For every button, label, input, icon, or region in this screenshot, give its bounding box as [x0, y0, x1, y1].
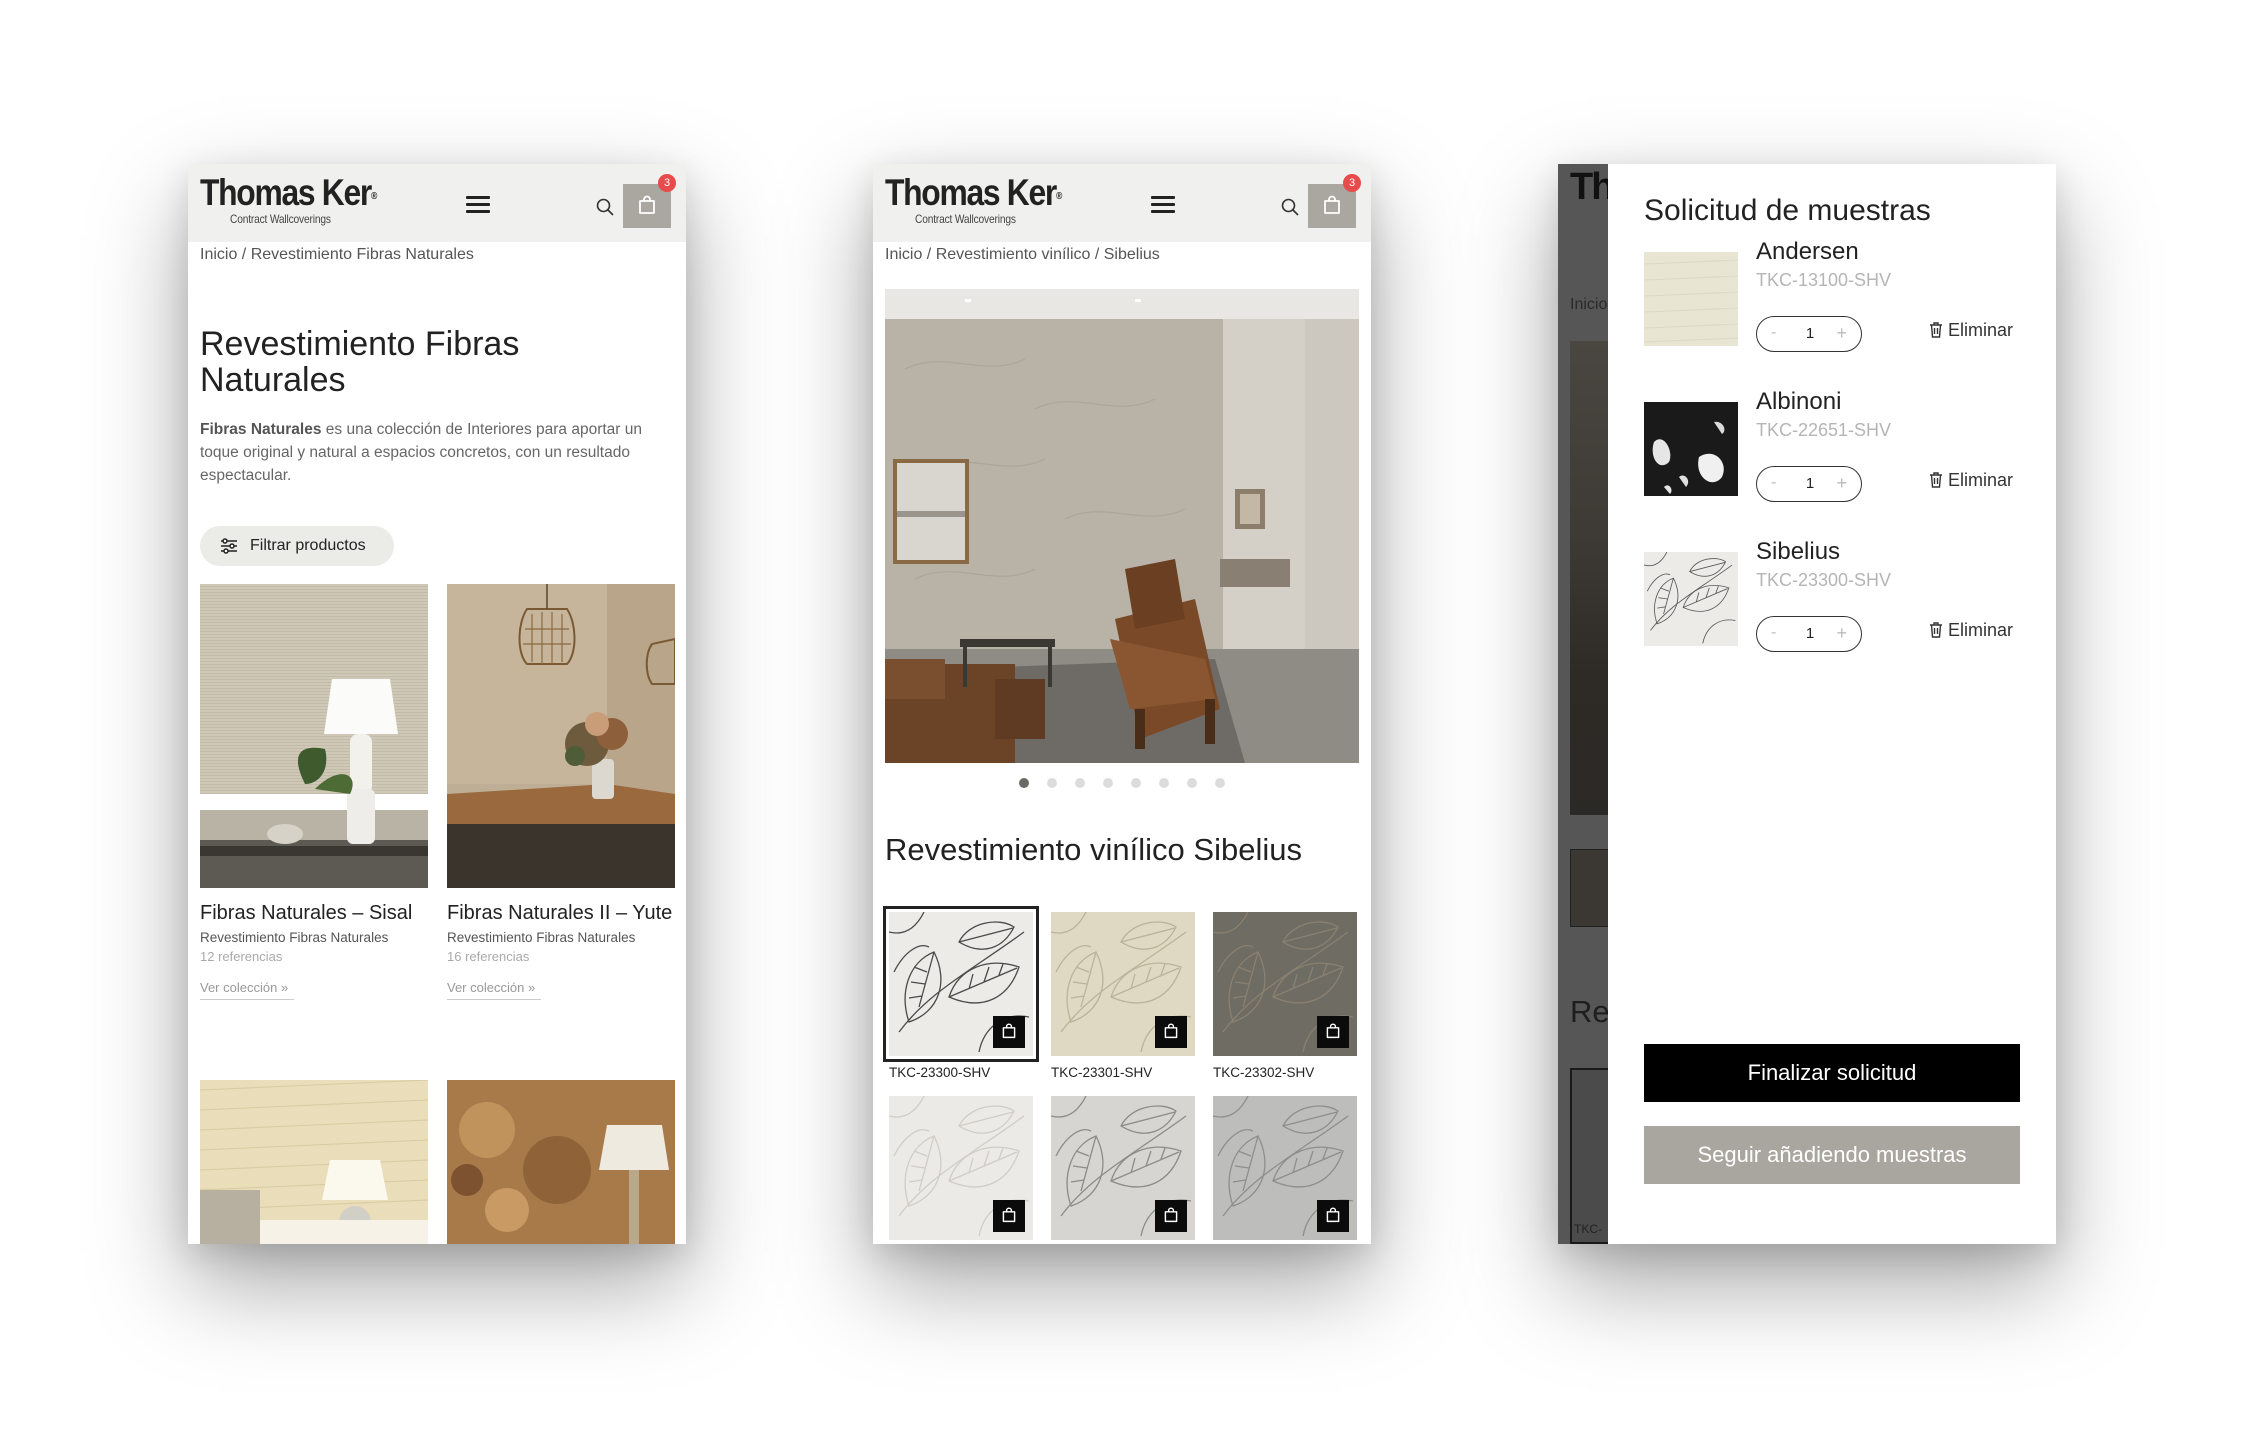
swatch-card[interactable]	[1213, 1096, 1357, 1240]
collection-card[interactable]: Fibras Naturales – Sisal Revestimiento F…	[200, 584, 428, 1000]
shopping-bag-icon	[1325, 1023, 1341, 1039]
slider-dots[interactable]	[873, 778, 1371, 788]
shopping-bag-icon	[1322, 195, 1342, 215]
add-sample-button[interactable]	[1317, 1016, 1349, 1048]
shopping-bag-icon	[637, 195, 657, 215]
swatch-card[interactable]: TKC-23301-SHV	[1051, 912, 1195, 1080]
swatch-image[interactable]	[1051, 1096, 1195, 1240]
swatch-dimmed	[1570, 1068, 1610, 1244]
quantity-stepper[interactable]: - 1 +	[1756, 616, 1862, 652]
hero-image-dimmed	[1570, 341, 1610, 815]
swatch-card[interactable]	[1051, 1096, 1195, 1240]
quantity-stepper[interactable]: - 1 +	[1756, 316, 1862, 352]
phone-screen-collection: Thomas Ker® Contract Wallcoverings 3 Ini…	[188, 164, 686, 1244]
cart-count-badge: 3	[658, 174, 676, 192]
phone-screen-sample-request: Th Inicio Re TKC- Solicitud de muestras …	[1558, 164, 2056, 1244]
brand-logo[interactable]: Thomas Ker® Contract Wallcoverings	[885, 172, 1090, 226]
collection-image[interactable]	[447, 1080, 675, 1244]
shopping-bag-icon	[1163, 1207, 1179, 1223]
remove-button[interactable]: Eliminar	[1929, 320, 2013, 341]
shopping-bag-icon	[1001, 1207, 1017, 1223]
trash-icon	[1930, 622, 1942, 638]
menu-icon[interactable]	[466, 196, 490, 214]
shopping-bag-icon	[1325, 1207, 1341, 1223]
increase-button[interactable]: +	[1836, 323, 1847, 344]
swatch-image[interactable]	[1213, 912, 1357, 1056]
search-icon[interactable]	[1281, 198, 1299, 216]
slider-dot[interactable]	[1131, 778, 1141, 788]
shopping-bag-icon	[1163, 1023, 1179, 1039]
breadcrumb[interactable]: Inicio / Revestimiento Fibras Naturales	[200, 246, 474, 264]
collection-image-yute	[447, 584, 676, 888]
add-sample-button[interactable]	[993, 1016, 1025, 1048]
swatch-image[interactable]	[883, 906, 1039, 1062]
swatch-image[interactable]	[1213, 1096, 1357, 1240]
view-collection-link[interactable]: Ver colección »	[200, 980, 295, 1000]
page-title: Revestimiento Fibras Naturales	[200, 325, 520, 399]
sample-thumbnail-sibelius	[1644, 552, 1738, 646]
slider-dot[interactable]	[1159, 778, 1169, 788]
slider-dot[interactable]	[1187, 778, 1197, 788]
sample-thumbnail-albinoni	[1644, 402, 1738, 496]
swatch-card[interactable]: TKC-23300-SHV	[883, 906, 1039, 1080]
add-sample-button[interactable]	[993, 1200, 1025, 1232]
thumbnail-dimmed	[1570, 849, 1612, 927]
cart-count-badge: 3	[1343, 174, 1361, 192]
phone-screen-product: Thomas Ker® Contract Wallcoverings 3 Ini…	[873, 164, 1371, 1244]
trash-icon	[1930, 322, 1942, 338]
menu-icon[interactable]	[1151, 196, 1175, 214]
sample-item: Albinoni TKC-22651-SHV - 1 + Eliminar	[1644, 388, 2020, 512]
filter-products-button[interactable]: Filtrar productos	[200, 526, 394, 566]
slider-dot[interactable]	[1103, 778, 1113, 788]
shopping-bag-icon	[1001, 1023, 1017, 1039]
view-collection-link[interactable]: Ver colección »	[447, 980, 542, 1000]
slider-dot[interactable]	[1047, 778, 1057, 788]
quantity-stepper[interactable]: - 1 +	[1756, 466, 1862, 502]
sample-request-drawer: Solicitud de muestras Andersen TKC-13100…	[1608, 164, 2056, 1244]
product-hero-image[interactable]	[885, 289, 1359, 763]
collection-image-sisal	[200, 584, 428, 888]
page-overlay[interactable]: Th Inicio Re TKC-	[1558, 164, 1614, 1244]
brand-logo[interactable]: Thomas Ker® Contract Wallcoverings	[200, 172, 405, 226]
continue-adding-button[interactable]: Seguir añadiendo muestras	[1644, 1126, 2020, 1184]
product-title: Revestimiento vinílico Sibelius	[885, 832, 1302, 867]
swatch-card[interactable]: TKC-23302-SHV	[1213, 912, 1357, 1080]
search-icon[interactable]	[596, 198, 614, 216]
header: Thomas Ker® Contract Wallcoverings 3	[188, 164, 686, 242]
sample-item: Sibelius TKC-23300-SHV - 1 + Eliminar	[1644, 538, 2020, 662]
slider-dot[interactable]	[1215, 778, 1225, 788]
drawer-title: Solicitud de muestras	[1644, 194, 1931, 227]
sliders-icon	[221, 538, 237, 554]
collection-image[interactable]	[200, 1080, 428, 1244]
sample-item: Andersen TKC-13100-SHV - 1 + Eliminar	[1644, 238, 2020, 362]
add-sample-button[interactable]	[1155, 1200, 1187, 1232]
add-sample-button[interactable]	[1317, 1200, 1349, 1232]
slider-dot[interactable]	[1019, 778, 1029, 788]
add-sample-button[interactable]	[1155, 1016, 1187, 1048]
remove-button[interactable]: Eliminar	[1929, 470, 2013, 491]
swatch-image[interactable]	[889, 1096, 1033, 1240]
swatch-card[interactable]	[889, 1096, 1033, 1240]
increase-button[interactable]: +	[1836, 473, 1847, 494]
swatch-image[interactable]	[1051, 912, 1195, 1056]
increase-button[interactable]: +	[1836, 623, 1847, 644]
header: Thomas Ker® Contract Wallcoverings 3	[873, 164, 1371, 242]
finalize-request-button[interactable]: Finalizar solicitud	[1644, 1044, 2020, 1102]
trash-icon	[1930, 472, 1942, 488]
sample-thumbnail-andersen	[1644, 252, 1738, 346]
brand-logo-dimmed: Th	[1570, 166, 1614, 208]
slider-dot[interactable]	[1075, 778, 1085, 788]
collection-card[interactable]: Fibras Naturales II – Yute Revestimiento…	[447, 584, 676, 1000]
collection-description: Fibras Naturales es una colección de Int…	[200, 421, 642, 484]
remove-button[interactable]: Eliminar	[1929, 620, 2013, 641]
breadcrumb[interactable]: Inicio / Revestimiento vinílico / Sibeli…	[885, 246, 1160, 264]
